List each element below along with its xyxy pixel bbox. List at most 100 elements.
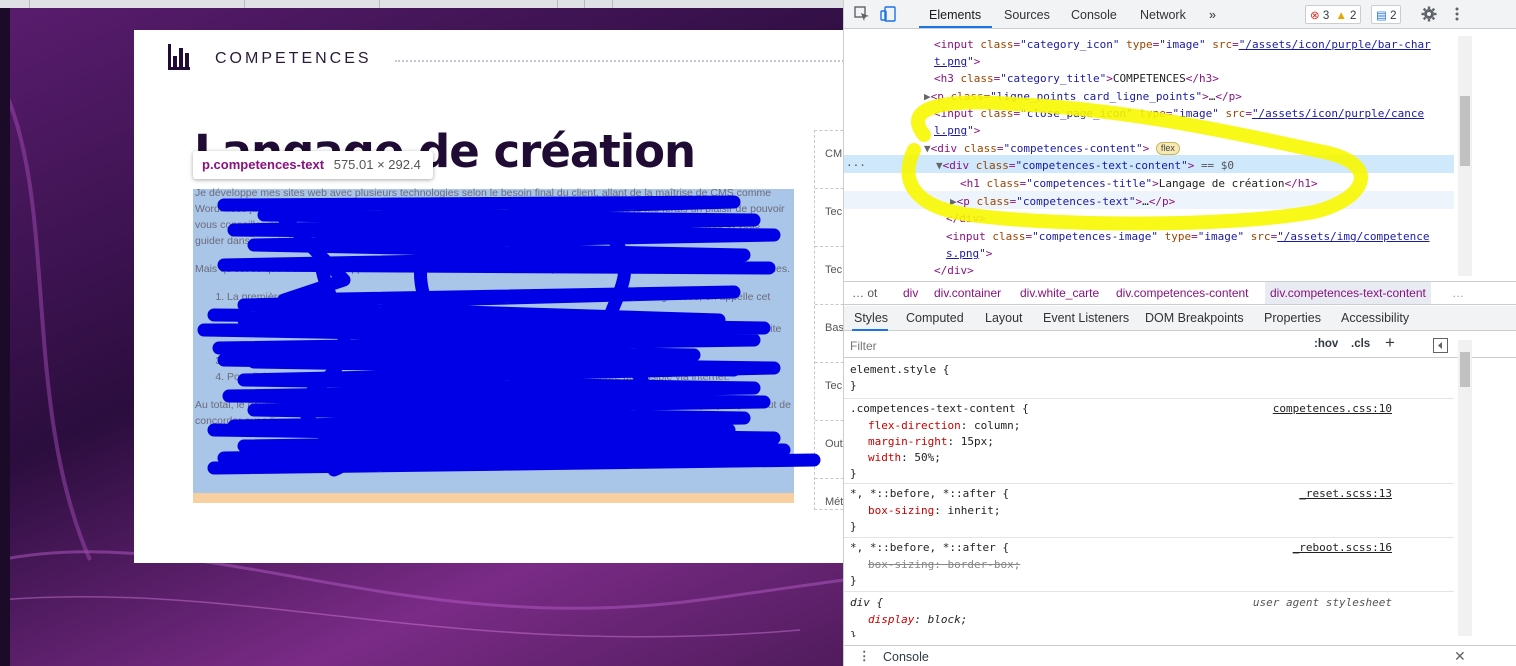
tab-elements[interactable]: Elements xyxy=(929,8,981,22)
tab-layout[interactable]: Layout xyxy=(985,311,1023,325)
style-rule: div { user agent stylesheet display: blo… xyxy=(850,595,1392,637)
dom-node[interactable]: </div> xyxy=(934,262,974,280)
rule-source-label: user agent stylesheet xyxy=(1252,596,1392,609)
paragraph-intro: Je développe mes sites web avec plusieur… xyxy=(195,187,785,247)
css-property[interactable]: width xyxy=(868,451,901,464)
dom-node[interactable]: <input class="close_page_icon" type="ima… xyxy=(934,105,1424,123)
tab-network[interactable]: Network xyxy=(1140,8,1186,22)
message-count: 2 xyxy=(1390,10,1397,22)
css-value[interactable]: inherit; xyxy=(947,504,1000,517)
styles-rules: element.style { } .competences-text-cont… xyxy=(844,359,1516,637)
breadcrumb-item[interactable]: div.competences-content xyxy=(1116,286,1249,300)
dom-node[interactable]: <h3 class="category_title">COMPETENCES</… xyxy=(934,70,1219,88)
rule-source-link[interactable]: _reset.scss:13 xyxy=(1299,486,1392,502)
rule-selector[interactable]: element.style { xyxy=(850,362,949,378)
issues-badge[interactable]: ⊗ 3 ▲ 2 xyxy=(1305,5,1362,24)
css-value[interactable]: 50%; xyxy=(914,451,941,464)
tab-styles[interactable]: Styles xyxy=(854,311,888,325)
dom-node[interactable]: ▼<div class="competences-content"> flex xyxy=(924,140,1180,158)
dom-node-selected[interactable]: ▼<div class="competences-text-content"> … xyxy=(936,157,1234,175)
tab-event-listeners[interactable]: Event Listeners xyxy=(1043,311,1129,325)
message-icon: ▤ xyxy=(1376,10,1387,22)
error-count: 3 xyxy=(1322,10,1330,22)
sidebar-toggle-icon[interactable] xyxy=(1433,338,1448,353)
dom-node-continued: l.png"> xyxy=(934,124,981,137)
drawer-menu-icon[interactable]: ⋮ xyxy=(858,648,871,663)
technology-list: CM Tec Tec Bas Tec Out Mét xyxy=(814,130,845,510)
paragraph-summary: Au total, le développeur fait souvent ap… xyxy=(195,399,791,427)
rule-selector[interactable]: *, *::before, *::after { xyxy=(850,486,1009,502)
rule-selector[interactable]: *, *::before, *::after { xyxy=(850,540,1009,556)
rule-selector[interactable]: .competences-text-content { xyxy=(850,401,1029,417)
gear-icon[interactable] xyxy=(1421,6,1437,22)
tab-dom-breakpoints[interactable]: DOM Breakpoints xyxy=(1145,311,1244,325)
dom-node[interactable]: ▶<p class="ligne_points card_ligne_point… xyxy=(924,88,1242,106)
css-property-overridden[interactable]: box-sizing xyxy=(868,558,934,571)
breadcrumb-item[interactable]: div xyxy=(903,286,918,300)
active-subtab-indicator xyxy=(852,329,888,331)
messages-badge[interactable]: ▤ 2 xyxy=(1371,5,1402,24)
css-value-overridden[interactable]: border-box; xyxy=(947,558,1020,571)
inspect-tooltip: p.competences-text 575.01 × 292.4 xyxy=(193,151,433,179)
competences-card: COMPETENCES Langage de création Je dével… xyxy=(134,30,845,563)
breadcrumb-overflow[interactable]: … xyxy=(1452,286,1464,300)
hover-state-toggle[interactable]: :hov xyxy=(1314,338,1338,350)
styles-scrollbar[interactable] xyxy=(1458,340,1472,636)
style-rule: *, *::before, *::after { _reset.scss:13 … xyxy=(844,484,1454,538)
device-toolbar-icon[interactable] xyxy=(880,6,896,22)
tab-accessibility[interactable]: Accessibility xyxy=(1341,311,1409,325)
more-tabs-button[interactable]: » xyxy=(1209,8,1216,22)
dom-node[interactable]: <h1 class="competences-title">Langage de… xyxy=(960,175,1318,193)
breadcrumb-item[interactable]: … ot xyxy=(852,286,877,300)
list-item: Tec xyxy=(815,189,845,247)
class-toggle[interactable]: .cls xyxy=(1351,338,1370,350)
css-property[interactable]: flex-direction xyxy=(868,419,961,432)
console-drawer: ⋮ Console ✕ xyxy=(844,645,1516,666)
dom-node-continued: t.png"> xyxy=(934,55,981,68)
flex-badge[interactable]: flex xyxy=(1155,142,1180,155)
bar-chart-icon[interactable] xyxy=(168,44,190,70)
style-rule: *, *::before, *::after { _reboot.scss:16… xyxy=(844,538,1454,592)
rule-source-link[interactable]: competences.css:10 xyxy=(1273,401,1392,417)
kebab-menu-icon[interactable] xyxy=(1449,6,1465,22)
rule-selector[interactable]: div { xyxy=(850,595,883,611)
tab-computed[interactable]: Computed xyxy=(906,311,964,325)
active-tab-indicator xyxy=(919,26,992,28)
tab-sources[interactable]: Sources xyxy=(1004,8,1050,22)
breadcrumb-item[interactable]: div.white_carte xyxy=(1020,286,1099,300)
category-title: COMPETENCES xyxy=(215,50,372,67)
tooltip-selector: p.competences-text xyxy=(202,157,325,172)
drawer-tab-console[interactable]: Console xyxy=(883,650,929,664)
warning-count: 2 xyxy=(1350,10,1357,22)
css-property[interactable]: box-sizing xyxy=(868,504,934,517)
css-value[interactable]: 15px; xyxy=(961,435,994,448)
css-property[interactable]: margin-right xyxy=(868,435,947,448)
tab-console[interactable]: Console xyxy=(1071,8,1117,22)
dom-node[interactable]: <input class="category_icon" type="image… xyxy=(934,36,1431,54)
breadcrumb-item-active[interactable]: div.competences-text-content xyxy=(1265,282,1431,304)
dom-node[interactable]: </div> xyxy=(946,210,986,228)
css-value[interactable]: column; xyxy=(974,419,1020,432)
style-rule: .competences-text-content { competences.… xyxy=(844,399,1454,484)
elements-tree: <input class="category_icon" type="image… xyxy=(844,30,1516,280)
list-item: Mét xyxy=(825,496,844,508)
style-rule: element.style { } xyxy=(844,359,1454,399)
styles-filter-input[interactable] xyxy=(850,337,1280,355)
tab-properties[interactable]: Properties xyxy=(1264,311,1321,325)
elements-scrollbar[interactable] xyxy=(1458,36,1472,276)
list-item: La première, c'est la base de votre site… xyxy=(227,289,792,321)
breadcrumb-item[interactable]: div.container xyxy=(934,286,1001,300)
devtools-tab-bar: Elements Sources Console Network » ⊗ 3 ▲… xyxy=(844,0,1516,29)
css-value: block; xyxy=(927,613,968,626)
list-item: La seconde couche se nomme le back-end, … xyxy=(227,321,792,353)
layers-list: La première, c'est la base de votre site… xyxy=(227,289,792,385)
close-icon[interactable]: ✕ xyxy=(1454,648,1466,665)
inspect-element-icon[interactable] xyxy=(854,6,870,22)
rule-source-link[interactable]: _reboot.scss:16 xyxy=(1293,540,1392,556)
list-item: Tec xyxy=(815,247,845,305)
warning-icon: ▲ xyxy=(1335,10,1347,22)
new-style-rule-button[interactable]: + xyxy=(1385,333,1395,353)
dom-node[interactable]: ▶<p class="competences-text">…</p> xyxy=(950,193,1175,211)
node-actions-ellipsis[interactable]: ··· xyxy=(846,157,866,175)
dom-node[interactable]: <input class="competences-image" type="i… xyxy=(946,228,1430,246)
